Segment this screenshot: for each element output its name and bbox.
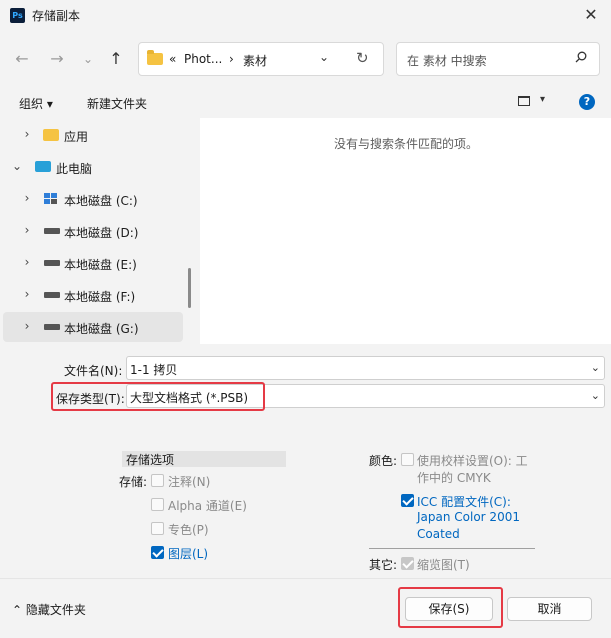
tree-item-label: 应用 bbox=[64, 130, 89, 144]
chevron-down-icon[interactable]: ▾ bbox=[540, 94, 545, 105]
window-title: 存储副本 bbox=[32, 9, 81, 23]
cancel-button[interactable]: 取消 bbox=[507, 597, 592, 621]
drive-icon bbox=[44, 260, 60, 266]
search-box[interactable]: 在 素材 中搜索 bbox=[396, 42, 600, 76]
spot-colors-checkbox[interactable] bbox=[151, 522, 164, 535]
help-icon[interactable]: ? bbox=[579, 94, 595, 110]
proof-setup-checkbox[interactable] bbox=[401, 453, 414, 466]
filename-value[interactable]: 1-1 拷贝 bbox=[130, 361, 177, 378]
chevron-down-icon[interactable]: ⌄ bbox=[591, 361, 600, 374]
proof-setup-label: 使用校样设置(O): 工 bbox=[417, 454, 528, 468]
alpha-channels-label: Alpha 通道(E) bbox=[168, 499, 247, 513]
layers-label: 图层(L) bbox=[168, 547, 209, 561]
highlight-box bbox=[51, 382, 265, 411]
tree-item-drive-c[interactable]: › 本地磁盘 (C:) bbox=[3, 184, 183, 214]
windows-drive-icon bbox=[44, 193, 60, 205]
breadcrumb-item[interactable]: 素材 bbox=[243, 52, 267, 69]
tree-item-this-pc[interactable]: ⌄ 此电脑 bbox=[3, 152, 183, 182]
organize-menu[interactable]: 组织 ▾ bbox=[19, 95, 53, 112]
address-bar[interactable]: « Phot... › 素材 ⌄ ↻ bbox=[138, 42, 384, 76]
icc-profile-checkbox[interactable] bbox=[401, 494, 414, 507]
chevron-down-icon[interactable]: ⌄ bbox=[11, 159, 23, 173]
navigation-bar: ← → ⌄ ↑ « Phot... › 素材 ⌄ ↻ 在 素材 中搜索 bbox=[0, 32, 611, 86]
footer: ⌃ 隐藏文件夹 保存(S) 取消 bbox=[0, 578, 611, 638]
tree-item-drive-g[interactable]: › 本地磁盘 (G:) bbox=[3, 312, 183, 342]
save-label: 存储: bbox=[119, 475, 148, 489]
chevron-right-icon[interactable]: › bbox=[21, 223, 33, 237]
refresh-icon[interactable]: ↻ bbox=[356, 49, 369, 67]
hide-folders-toggle[interactable]: ⌃ 隐藏文件夹 bbox=[12, 601, 86, 618]
annotations-label: 注释(N) bbox=[168, 475, 211, 489]
folder-icon bbox=[147, 50, 163, 65]
tree-item-label: 本地磁盘 (G:) bbox=[64, 322, 139, 336]
empty-message: 没有与搜索条件匹配的项。 bbox=[334, 137, 479, 151]
tree-item-label: 本地磁盘 (C:) bbox=[64, 194, 138, 208]
chevron-right-icon: › bbox=[229, 52, 234, 66]
tree-item-label: 此电脑 bbox=[56, 162, 93, 176]
tree-item-drive-f[interactable]: › 本地磁盘 (F:) bbox=[3, 280, 183, 310]
tree-item-label: 本地磁盘 (F:) bbox=[64, 290, 136, 304]
icc-profile-name: Japan Color 2001 bbox=[417, 510, 520, 524]
tree-item-apps[interactable]: › 应用 bbox=[3, 120, 183, 150]
chevron-right-icon[interactable]: › bbox=[21, 191, 33, 205]
color-label: 颜色: bbox=[369, 454, 398, 468]
chevron-right-icon[interactable]: › bbox=[21, 127, 33, 141]
chevron-right-icon[interactable]: › bbox=[21, 287, 33, 301]
filename-label: 文件名(N): bbox=[64, 364, 123, 378]
chevron-down-icon[interactable]: ⌄ bbox=[319, 50, 329, 64]
spot-colors-label: 专色(P) bbox=[168, 523, 209, 537]
computer-icon bbox=[35, 161, 51, 172]
tree-item-drive-d[interactable]: › 本地磁盘 (D:) bbox=[3, 216, 183, 246]
title-bar: Ps 存储副本 ✕ bbox=[0, 0, 611, 32]
filename-field[interactable]: 1-1 拷贝 ⌄ bbox=[126, 356, 605, 380]
tree-item-label: 本地磁盘 (E:) bbox=[64, 258, 137, 272]
new-folder-button[interactable]: 新建文件夹 bbox=[87, 95, 147, 112]
alpha-channels-checkbox[interactable] bbox=[151, 498, 164, 511]
recent-locations-icon[interactable]: ⌄ bbox=[76, 48, 100, 70]
chevron-right-icon[interactable]: › bbox=[21, 319, 33, 333]
separator bbox=[369, 548, 535, 549]
icc-profile-label: ICC 配置文件(C): bbox=[417, 495, 511, 509]
highlight-box bbox=[398, 587, 503, 628]
scrollbar-thumb[interactable] bbox=[188, 268, 191, 308]
save-options-header: 存储选项 bbox=[122, 451, 286, 467]
breadcrumb-item[interactable]: Phot... bbox=[184, 52, 222, 66]
folder-icon bbox=[43, 129, 59, 141]
navigation-pane: › 应用 ⌄ 此电脑 › 本地磁盘 (C:) › 本地磁盘 (D:) › 本地磁… bbox=[0, 118, 190, 344]
view-icon[interactable] bbox=[518, 96, 530, 106]
drive-icon bbox=[44, 324, 60, 330]
chevron-down-icon[interactable]: ⌄ bbox=[591, 389, 600, 402]
back-arrow-icon[interactable]: ← bbox=[10, 48, 34, 70]
drive-icon bbox=[44, 292, 60, 298]
close-icon[interactable]: ✕ bbox=[581, 4, 601, 26]
file-list[interactable]: 没有与搜索条件匹配的项。 bbox=[200, 118, 611, 344]
thumbnail-label: 缩览图(T) bbox=[417, 558, 470, 572]
proof-setup-label-cont: 作中的 CMYK bbox=[417, 471, 491, 485]
annotations-checkbox[interactable] bbox=[151, 474, 164, 487]
layers-checkbox[interactable] bbox=[151, 546, 164, 559]
icc-profile-name-cont: Coated bbox=[417, 527, 460, 541]
search-icon[interactable] bbox=[575, 51, 587, 63]
chevron-right-icon[interactable]: › bbox=[21, 255, 33, 269]
tree-item-label: 本地磁盘 (D:) bbox=[64, 226, 139, 240]
breadcrumb-overflow[interactable]: « bbox=[169, 52, 176, 66]
forward-arrow-icon[interactable]: → bbox=[45, 48, 69, 70]
tree-item-drive-e[interactable]: › 本地磁盘 (E:) bbox=[3, 248, 183, 278]
thumbnail-checkbox[interactable] bbox=[401, 557, 414, 570]
up-arrow-icon[interactable]: ↑ bbox=[104, 48, 128, 70]
other-label: 其它: bbox=[369, 558, 398, 572]
drive-icon bbox=[44, 228, 60, 234]
toolbar: 组织 ▾ 新建文件夹 ▾ ? bbox=[0, 86, 611, 118]
photoshop-icon: Ps bbox=[10, 8, 25, 23]
search-input[interactable]: 在 素材 中搜索 bbox=[407, 52, 487, 69]
